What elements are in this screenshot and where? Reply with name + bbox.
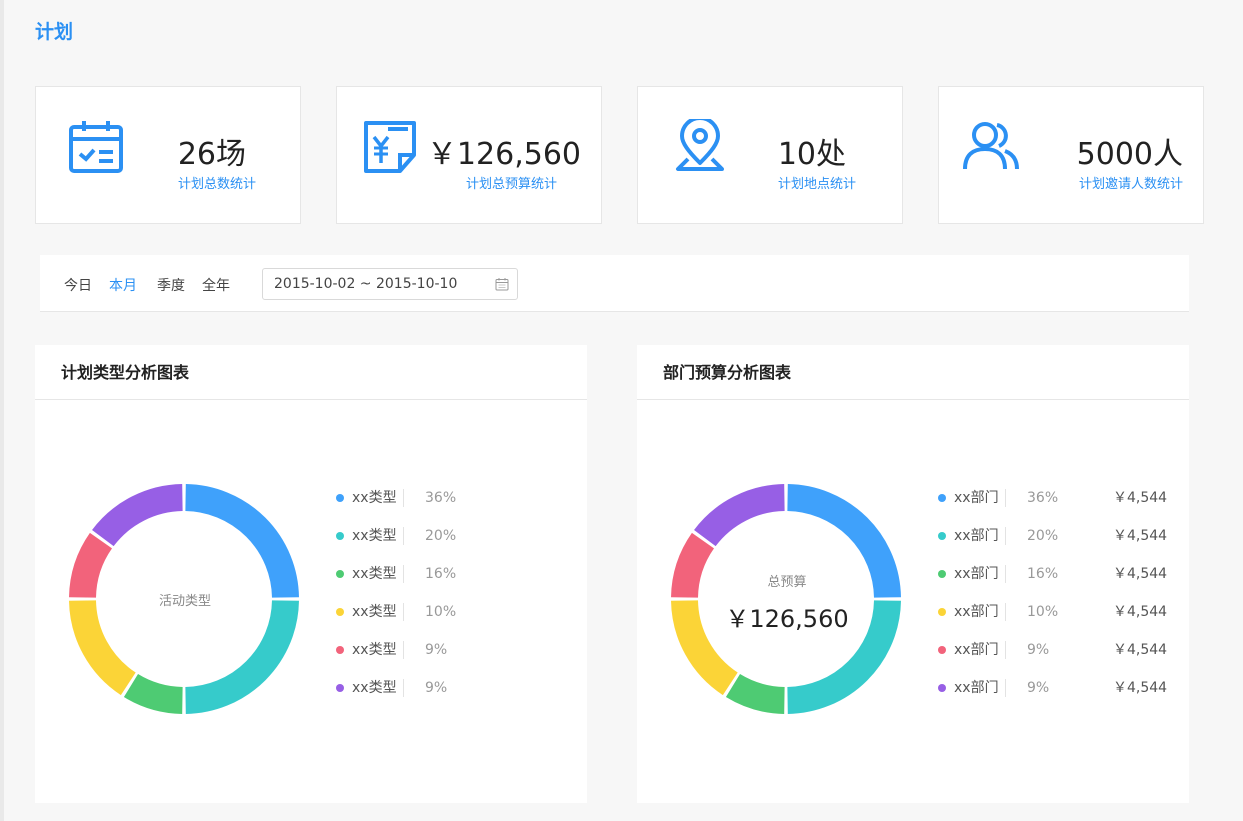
date-range-value: 2015-10-02 ~ 2015-10-10 <box>274 276 458 292</box>
donut-slice-6[interactable] <box>92 484 184 547</box>
legend-dot <box>336 494 344 502</box>
legend-percent: 16% <box>425 566 457 582</box>
legend-divider <box>403 679 404 697</box>
legend-name: xx部门 <box>954 604 999 620</box>
left-border <box>0 0 4 821</box>
legend-percent: 36% <box>425 490 457 506</box>
legend-dot <box>938 532 946 540</box>
legend-dot <box>938 608 946 616</box>
legend-dot <box>938 494 946 502</box>
stat-label: 计划总预算统计 <box>465 177 557 192</box>
panel-title: 部门预算分析图表 <box>637 345 1189 400</box>
calendar-icon[interactable] <box>495 277 509 291</box>
legend-amount: ￥4,544 <box>1113 566 1168 582</box>
donut-center-value: ￥126,560 <box>725 605 849 633</box>
stat-card-invitees: 5000人 计划邀请人数统计 <box>938 86 1204 224</box>
legend-divider <box>1005 489 1006 507</box>
legend-percent: 9% <box>1027 642 1050 658</box>
legend-divider <box>403 565 404 583</box>
filter-tab-month[interactable]: 本月 <box>109 275 137 295</box>
donut-center-label: 活动类型 <box>158 594 211 609</box>
donut-slice-3[interactable] <box>725 673 786 714</box>
donut-slice-1[interactable] <box>184 484 299 599</box>
legend-name: xx部门 <box>954 490 999 506</box>
legend-name: xx类型 <box>352 566 397 582</box>
legend-percent: 20% <box>1027 528 1059 544</box>
legend-amount: ￥4,544 <box>1113 642 1168 658</box>
filter-tab-today[interactable]: 今日 <box>64 275 92 295</box>
donut-slice-4[interactable] <box>69 599 137 696</box>
legend-name: xx类型 <box>352 680 397 696</box>
plan-type-chart-panel: 计划类型分析图表 活动类型 xx类型 36% xx类型 20% xx类型 16% xx… <box>35 345 587 803</box>
legend-percent: 36% <box>1027 490 1059 506</box>
legend-dot <box>336 532 344 540</box>
donut-slice-5[interactable] <box>69 532 113 599</box>
stat-value: 26场 <box>177 137 246 172</box>
legend-amount: ￥4,544 <box>1113 680 1168 696</box>
legend-name: xx类型 <box>352 642 397 658</box>
legend-percent: 9% <box>425 642 448 658</box>
donut-slice-3[interactable] <box>123 673 184 714</box>
legend-divider <box>403 641 404 659</box>
stat-card-budget: ￥126,560 计划总预算统计 <box>336 86 602 224</box>
legend-name: xx类型 <box>352 604 397 620</box>
yen-document-icon <box>364 121 416 173</box>
legend-dot <box>336 684 344 692</box>
legend-divider <box>1005 603 1006 621</box>
legend-divider <box>1005 641 1006 659</box>
legend-divider <box>1005 679 1006 697</box>
donut-center-label: 总预算 <box>767 575 807 590</box>
legend-divider <box>1005 565 1006 583</box>
stat-value: ￥126,560 <box>426 137 581 172</box>
location-pin-icon <box>676 119 724 171</box>
legend-dot <box>336 570 344 578</box>
dept-budget-donut-chart <box>671 484 901 714</box>
legend-percent: 9% <box>1027 680 1050 696</box>
legend-dot <box>336 608 344 616</box>
legend-divider <box>403 603 404 621</box>
stat-card-locations: 10处 计划地点统计 <box>637 86 903 224</box>
legend-name: xx类型 <box>352 490 397 506</box>
legend-amount: ￥4,544 <box>1113 528 1168 544</box>
legend-name: xx部门 <box>954 680 999 696</box>
legend-divider <box>403 489 404 507</box>
filter-tab-year[interactable]: 全年 <box>202 275 230 295</box>
legend-dot <box>938 570 946 578</box>
calendar-check-icon <box>69 121 123 173</box>
legend-amount: ￥4,544 <box>1113 490 1168 506</box>
stat-value: 10处 <box>777 137 846 172</box>
legend-dot <box>938 684 946 692</box>
legend-name: xx类型 <box>352 528 397 544</box>
legend-percent: 9% <box>425 680 448 696</box>
legend-percent: 10% <box>1027 604 1059 620</box>
date-range-picker[interactable]: 2015-10-02 ~ 2015-10-10 <box>262 268 518 300</box>
date-filter-bar: 今日 本月 季度 全年 2015-10-02 ~ 2015-10-10 <box>40 255 1189 312</box>
legend-name: xx部门 <box>954 528 999 544</box>
stat-card-plans: 26场 计划总数统计 <box>35 86 301 224</box>
dept-budget-chart-panel: 部门预算分析图表 总预算 ￥126,560 xx部门 36% ￥4,544 xx部门… <box>637 345 1189 803</box>
filter-tab-quarter[interactable]: 季度 <box>157 275 185 295</box>
legend-dot <box>938 646 946 654</box>
donut-slice-5[interactable] <box>671 532 715 599</box>
legend-divider <box>403 527 404 545</box>
stat-label: 计划总数统计 <box>177 177 256 192</box>
panel-title: 计划类型分析图表 <box>35 345 587 400</box>
legend-divider <box>1005 527 1006 545</box>
legend-amount: ￥4,544 <box>1113 604 1168 620</box>
legend-name: xx部门 <box>954 642 999 658</box>
legend-percent: 10% <box>425 604 457 620</box>
legend-percent: 20% <box>425 528 457 544</box>
legend-percent: 16% <box>1027 566 1059 582</box>
stat-label: 计划邀请人数统计 <box>1078 177 1183 192</box>
stat-value: 5000人 <box>1076 137 1183 172</box>
users-icon <box>963 122 1019 170</box>
legend-dot <box>336 646 344 654</box>
legend-name: xx部门 <box>954 566 999 582</box>
page-title: 计划 <box>35 21 74 43</box>
donut-slice-6[interactable] <box>694 484 786 547</box>
donut-slice-2[interactable] <box>184 599 299 714</box>
stat-label: 计划地点统计 <box>777 177 856 192</box>
